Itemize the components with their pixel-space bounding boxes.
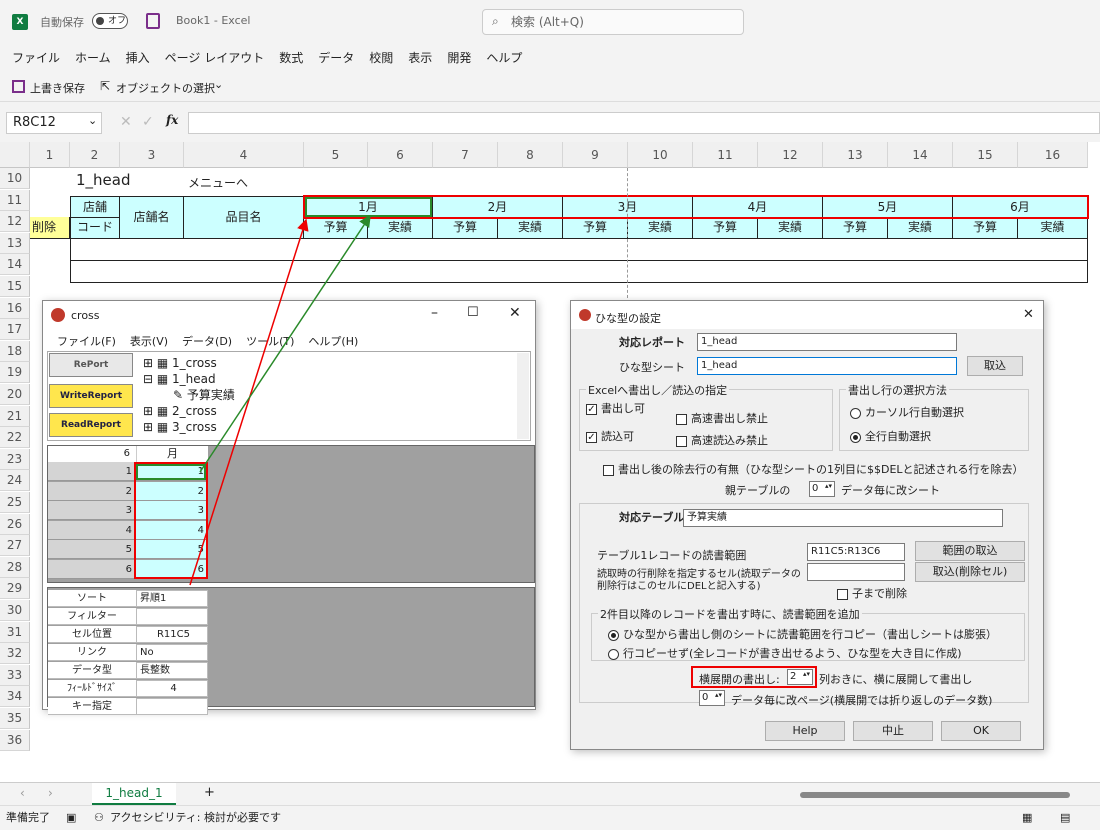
accessibility-icon: ⚇: [94, 811, 104, 824]
add-sheet-button[interactable]: +: [204, 785, 215, 800]
sheet-tab[interactable]: 1_head_1: [92, 783, 176, 805]
prev-sheet-icon[interactable]: ‹: [20, 786, 25, 800]
accessibility-status[interactable]: アクセシビリティ: 検討が必要です: [110, 806, 281, 830]
status-bar: 準備完了 ▣ ⚇ アクセシビリティ: 検討が必要です ▦ ▤: [0, 805, 1100, 830]
macro-record-icon[interactable]: ▣: [66, 806, 76, 830]
normal-view-icon[interactable]: ▦: [1022, 806, 1032, 830]
next-sheet-icon[interactable]: ›: [48, 786, 53, 800]
red-arrow: [189, 218, 309, 586]
arrow-overlay: [189, 214, 371, 586]
horizontal-scrollbar[interactable]: [800, 792, 1070, 798]
page-layout-icon[interactable]: ▤: [1060, 806, 1070, 830]
green-arrow: [199, 214, 371, 473]
status-ready: 準備完了: [6, 811, 50, 824]
sheet-tabs-bar: ‹ › 1_head_1 +: [0, 782, 1100, 805]
